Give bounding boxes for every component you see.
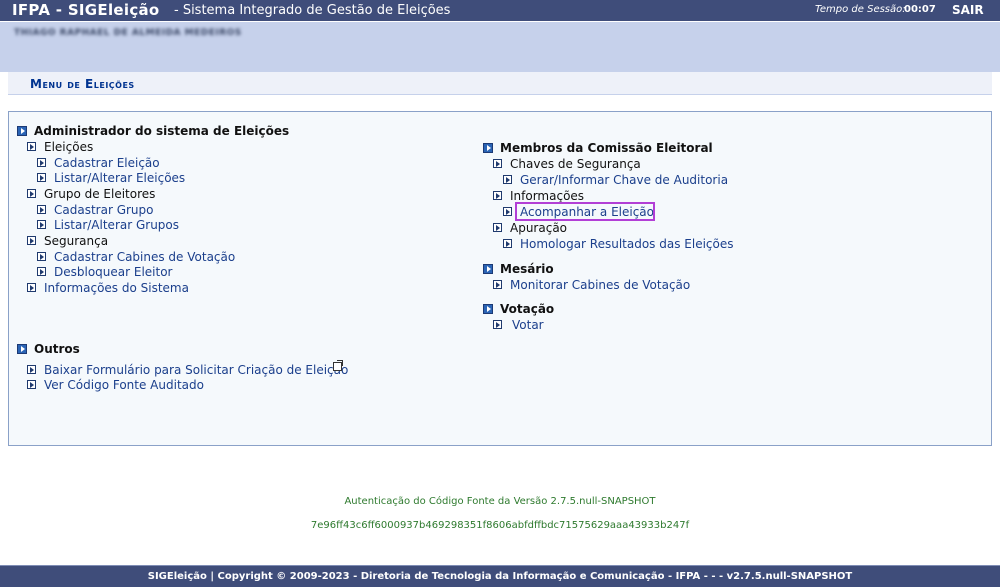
link-bullet-icon bbox=[37, 158, 46, 167]
link-bullet-icon bbox=[493, 320, 502, 329]
link-homologar-resultados[interactable]: Homologar Resultados das Eleições bbox=[520, 237, 734, 251]
section-bullet-icon bbox=[17, 344, 27, 354]
group-seguranca-label: Segurança bbox=[44, 234, 109, 248]
app-brand: IFPA - SIGEleição bbox=[12, 1, 160, 19]
group-eleicoes-label: Eleições bbox=[44, 140, 94, 154]
link-bullet-icon bbox=[27, 283, 36, 292]
link-bullet-icon bbox=[503, 207, 512, 216]
link-ver-codigo-fonte[interactable]: Ver Código Fonte Auditado bbox=[44, 378, 204, 392]
group-informacoes-label: Informações bbox=[510, 189, 585, 203]
section-comissao-title: Membros da Comissão Eleitoral bbox=[500, 141, 713, 155]
link-bullet-icon bbox=[37, 205, 46, 214]
group-bullet-icon bbox=[493, 223, 502, 232]
page-title: Menu de Eleições bbox=[30, 77, 135, 91]
section-votacao-title: Votação bbox=[500, 302, 555, 316]
link-bullet-icon bbox=[493, 280, 502, 289]
logout-button[interactable]: SAIR bbox=[952, 3, 984, 17]
section-bullet-icon bbox=[17, 126, 27, 136]
link-bullet-icon bbox=[503, 175, 512, 184]
app-subtitle: - Sistema Integrado de Gestão de Eleiçõe… bbox=[174, 3, 451, 18]
link-monitorar-cabines[interactable]: Monitorar Cabines de Votação bbox=[510, 278, 690, 292]
group-bullet-icon bbox=[27, 189, 36, 198]
menu-title-bar: Menu de Eleições bbox=[8, 72, 992, 95]
link-votar[interactable]: Votar bbox=[512, 318, 544, 332]
section-outros-title: Outros bbox=[34, 342, 80, 356]
link-bullet-icon bbox=[37, 267, 46, 276]
section-admin-title: Administrador do sistema de Eleições bbox=[34, 124, 290, 138]
top-bar: IFPA - SIGEleição - Sistema Integrado de… bbox=[0, 0, 1000, 22]
user-name: THIAGO RAPHAEL DE ALMEIDA MEDEIROS bbox=[14, 28, 242, 38]
link-bullet-icon bbox=[37, 173, 46, 182]
link-informacoes-sistema[interactable]: Informações do Sistema bbox=[44, 281, 189, 295]
link-highlight-box bbox=[515, 202, 655, 221]
section-bullet-icon bbox=[483, 304, 493, 314]
user-info-band: THIAGO RAPHAEL DE ALMEIDA MEDEIROS bbox=[0, 22, 1000, 72]
session-time: 00:07 bbox=[904, 4, 936, 15]
link-listar-grupos[interactable]: Listar/Alterar Grupos bbox=[54, 218, 179, 232]
link-baixar-formulario[interactable]: Baixar Formulário para Solicitar Criação… bbox=[44, 363, 348, 377]
group-bullet-icon bbox=[493, 159, 502, 168]
group-chaves-label: Chaves de Segurança bbox=[510, 157, 641, 171]
group-bullet-icon bbox=[27, 142, 36, 151]
link-desbloquear-eleitor[interactable]: Desbloquear Eleitor bbox=[54, 265, 173, 279]
group-apuracao-label: Apuração bbox=[510, 221, 568, 235]
section-bullet-icon bbox=[483, 264, 493, 274]
session-label: Tempo de Sessão: bbox=[815, 4, 906, 15]
auth-hash-text: 7e96ff43c6ff6000937b469298351f8606abfdff… bbox=[310, 520, 690, 531]
link-bullet-icon bbox=[503, 239, 512, 248]
link-gerar-chave[interactable]: Gerar/Informar Chave de Auditoria bbox=[520, 173, 728, 187]
menu-panel: Administrador do sistema de Eleições Ele… bbox=[8, 111, 992, 446]
group-bullet-icon bbox=[493, 191, 502, 200]
link-bullet-icon bbox=[37, 252, 46, 261]
group-bullet-icon bbox=[27, 236, 36, 245]
external-file-icon bbox=[333, 360, 343, 371]
auth-version-text: Autenticação do Código Fonte da Versão 2… bbox=[344, 496, 656, 507]
link-cadastrar-eleicao[interactable]: Cadastrar Eleição bbox=[54, 156, 160, 170]
link-bullet-icon bbox=[37, 220, 46, 229]
link-listar-eleicoes[interactable]: Listar/Alterar Eleições bbox=[54, 171, 185, 185]
link-bullet-icon bbox=[27, 380, 36, 389]
link-cadastrar-grupo[interactable]: Cadastrar Grupo bbox=[54, 203, 154, 217]
link-cadastrar-cabines[interactable]: Cadastrar Cabines de Votação bbox=[54, 250, 235, 264]
group-eleitores-label: Grupo de Eleitores bbox=[44, 187, 156, 201]
footer: SIGEleição | Copyright © 2009-2023 - Dir… bbox=[0, 565, 1000, 587]
link-bullet-icon bbox=[27, 365, 36, 374]
section-mesario-title: Mesário bbox=[500, 262, 554, 276]
section-bullet-icon bbox=[483, 143, 493, 153]
